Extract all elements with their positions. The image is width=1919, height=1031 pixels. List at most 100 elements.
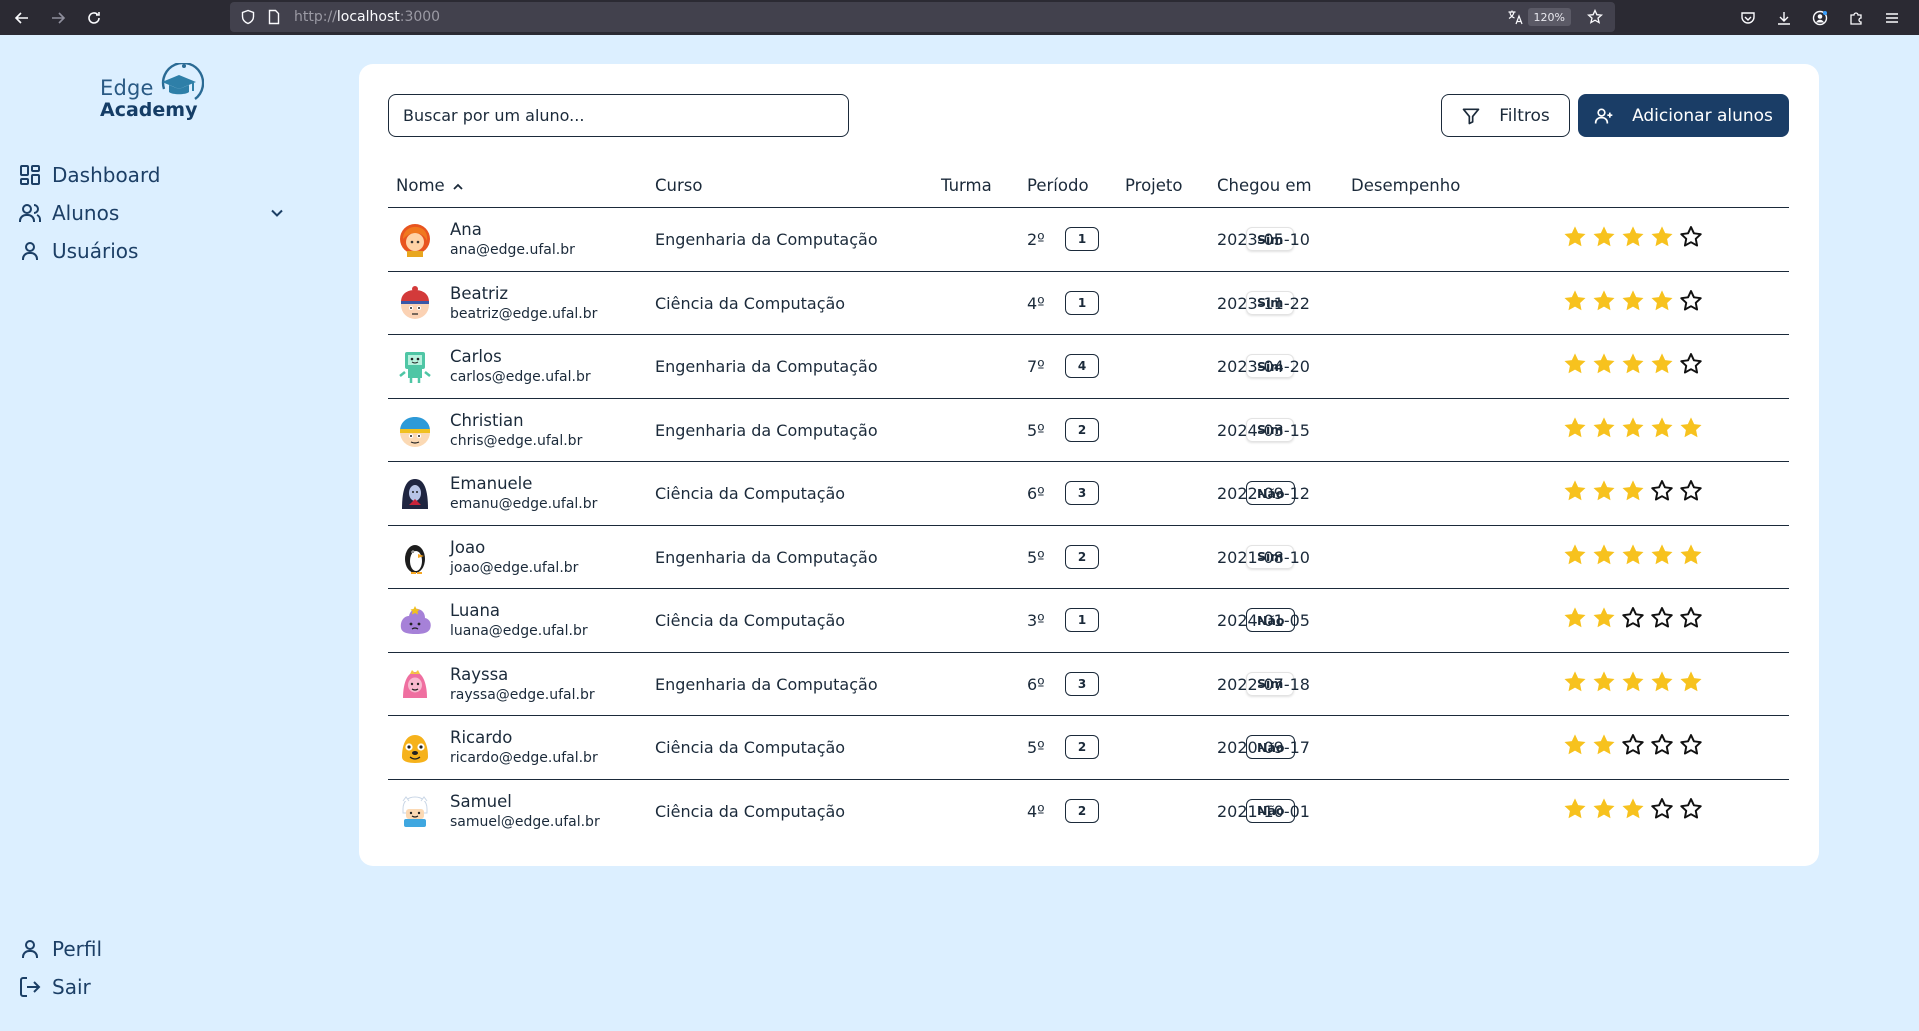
table-row[interactable]: Ana ana@edge.ufal.br Engenharia da Computa… (388, 208, 1789, 272)
star-filled-icon (1678, 669, 1704, 695)
sidebar-item-alunos[interactable]: Alunos (18, 197, 119, 229)
sidebar-item-dashboard[interactable]: Dashboard (18, 159, 161, 191)
star-filled-icon (1562, 351, 1588, 377)
star-filled-icon (1562, 224, 1588, 250)
star-empty-icon (1649, 796, 1675, 822)
star-filled-icon (1678, 542, 1704, 568)
table-row[interactable]: Rayssa rayssa@edge.ufal.br Engenharia da C… (388, 653, 1789, 716)
star-filled-icon (1620, 796, 1646, 822)
sidebar-item-usuarios[interactable]: Usuários (18, 235, 138, 267)
student-name: Carlos (450, 347, 502, 366)
sidebar-item-label: Sair (52, 975, 91, 999)
student-name: Samuel (450, 791, 512, 811)
performance-rating (1562, 288, 1707, 314)
class-badge: 1 (1065, 227, 1099, 251)
sidebar-item-sair[interactable]: Sair (18, 971, 91, 1003)
account-icon[interactable] (1802, 0, 1838, 35)
table-row[interactable]: Ricardo ricardo@edge.ufal.br Ciência da Co… (388, 716, 1789, 780)
sort-ascending-icon[interactable] (451, 180, 465, 194)
column-header-curso[interactable]: Curso (655, 176, 702, 195)
back-icon[interactable] (4, 0, 40, 35)
star-empty-icon (1678, 224, 1704, 250)
filter-button[interactable]: Filtros (1441, 94, 1570, 137)
page-icon (268, 9, 280, 25)
student-email: beatriz@edge.ufal.br (450, 305, 598, 322)
url-text: http://localhost:3000 (294, 9, 441, 25)
column-header-turma[interactable]: Turma (941, 176, 992, 195)
student-email: joao@edge.ufal.br (450, 559, 579, 576)
column-header-label: Nome (396, 176, 445, 195)
column-header-periodo[interactable]: Período (1027, 176, 1089, 195)
class-badge: 2 (1065, 735, 1099, 759)
star-filled-icon (1562, 542, 1588, 568)
table-row[interactable]: Beatriz beatriz@edge.ufal.br Ciência da Co… (388, 272, 1789, 335)
column-header-desempenho[interactable]: Desempenho (1351, 176, 1460, 195)
star-filled-icon (1678, 415, 1704, 441)
menu-icon[interactable] (1874, 0, 1910, 35)
student-course: Ciência da Computação (655, 611, 846, 630)
class-badge: 3 (1065, 481, 1099, 505)
shield-icon[interactable] (240, 9, 256, 25)
address-bar[interactable]: http://localhost:3000 120% (230, 2, 1615, 32)
student-period: 6º (1027, 674, 1045, 694)
star-filled-icon (1591, 415, 1617, 441)
translate-icon[interactable] (1507, 9, 1523, 25)
table-row[interactable]: Samuel samuel@edge.ufal.br Ciência da Comp… (388, 780, 1789, 844)
search-input[interactable] (388, 94, 849, 137)
class-badge: 2 (1065, 798, 1099, 823)
bookmark-star-icon[interactable] (1587, 9, 1603, 25)
add-students-button[interactable]: Adicionar alunos (1578, 94, 1789, 137)
table-row[interactable]: Carlos carlos@edge.ufal.br Engenharia da C… (388, 335, 1789, 399)
user-plus-icon (1594, 108, 1613, 123)
star-filled-icon (1591, 224, 1617, 250)
zoom-level-badge[interactable]: 120% (1527, 8, 1571, 26)
avatar (397, 793, 433, 829)
download-icon[interactable] (1766, 0, 1802, 35)
star-filled-icon (1649, 351, 1675, 377)
column-header-nome[interactable]: Nome (396, 176, 465, 195)
edge-academy-logo[interactable]: Edge Academy (100, 63, 210, 125)
column-header-chegou[interactable]: Chegou em (1217, 176, 1312, 195)
star-filled-icon (1591, 288, 1617, 314)
table-row[interactable]: Luana luana@edge.ufal.br Ciência da Comput… (388, 589, 1789, 653)
student-email: emanu@edge.ufal.br (450, 496, 598, 512)
student-course: Ciência da Computação (655, 738, 846, 757)
star-filled-icon (1591, 669, 1617, 695)
arrival-date: 2023-04-20 (1217, 357, 1310, 376)
student-course: Engenharia da Computação (655, 420, 878, 440)
performance-rating (1562, 415, 1707, 441)
avatar (397, 539, 433, 575)
star-filled-icon (1620, 542, 1646, 568)
star-filled-icon (1649, 288, 1675, 314)
avatar (397, 602, 433, 638)
student-email: samuel@edge.ufal.br (450, 813, 600, 830)
star-filled-icon (1591, 732, 1617, 758)
reload-icon[interactable] (76, 0, 112, 35)
forward-icon[interactable] (40, 0, 76, 35)
student-name: Ricardo (450, 728, 513, 747)
star-empty-icon (1678, 605, 1704, 631)
star-filled-icon (1649, 669, 1675, 695)
table-row[interactable]: Joao joao@edge.ufal.br Engenharia da Compu… (388, 526, 1789, 589)
chevron-down-icon[interactable] (267, 203, 287, 223)
column-header-projeto[interactable]: Projeto (1125, 176, 1182, 195)
pocket-icon[interactable] (1730, 0, 1766, 35)
performance-rating (1562, 669, 1707, 695)
sidebar-item-perfil[interactable]: Perfil (18, 933, 102, 965)
student-email: carlos@edge.ufal.br (450, 369, 591, 385)
star-empty-icon (1620, 732, 1646, 758)
performance-rating (1562, 796, 1707, 822)
sidebar-item-label: Usuários (52, 239, 139, 263)
student-name: Rayssa (450, 664, 509, 684)
sidebar: Edge Academy Dashboard Alunos Usuários P… (0, 35, 300, 1031)
table-row[interactable]: Christian chris@edge.ufal.br Engenharia da… (388, 399, 1789, 462)
extensions-icon[interactable] (1838, 0, 1874, 35)
table-row[interactable]: Emanuele emanu@edge.ufal.br Ciência da Com… (388, 462, 1789, 526)
star-filled-icon (1562, 669, 1588, 695)
arrival-date: 2024-03-15 (1217, 420, 1310, 440)
star-filled-icon (1562, 478, 1588, 504)
arrival-date: 2024-01-05 (1217, 611, 1310, 630)
avatar (397, 348, 433, 384)
star-filled-icon (1620, 351, 1646, 377)
student-period: 3º (1027, 611, 1045, 630)
